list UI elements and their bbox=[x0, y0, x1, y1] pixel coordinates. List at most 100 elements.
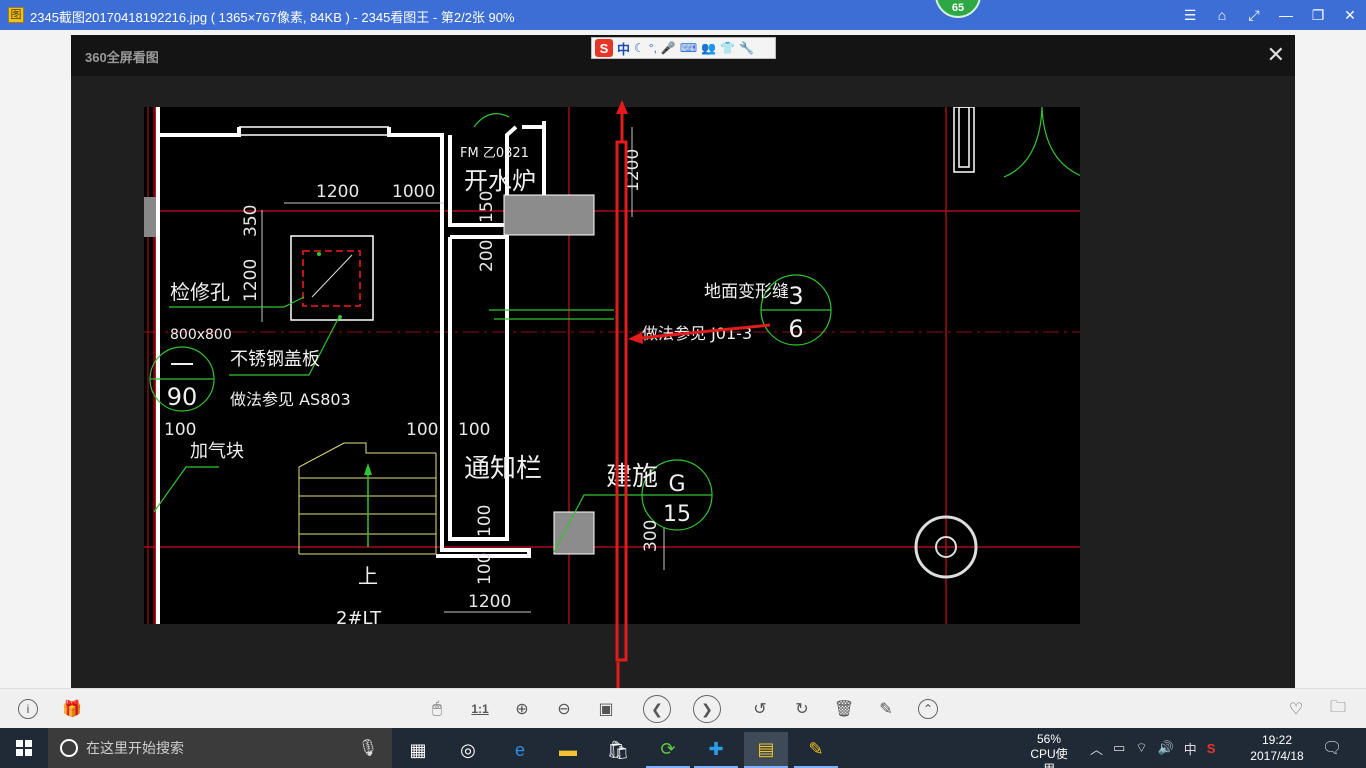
search-placeholder: 在这里开始搜索 bbox=[86, 740, 184, 756]
ime-mode[interactable]: 中 bbox=[617, 39, 630, 58]
volume-icon[interactable]: 🔊 bbox=[1158, 740, 1174, 756]
shirt-icon[interactable]: 👕 bbox=[720, 41, 735, 55]
block-label: 加气块 bbox=[190, 441, 244, 462]
info-icon[interactable]: i bbox=[18, 699, 38, 719]
2345-viewer-icon[interactable]: ▤ bbox=[744, 732, 788, 768]
dim-text: 100 bbox=[458, 420, 490, 440]
cover-ref-label: 做法参见 AS803 bbox=[230, 390, 351, 409]
restore-button[interactable]: ❐ bbox=[1302, 0, 1334, 30]
hatch-box bbox=[302, 250, 361, 307]
cpu-usage[interactable]: 56% CPU使用 bbox=[1026, 732, 1072, 768]
keyboard-icon[interactable]: ⌨ bbox=[680, 41, 697, 55]
windows-icon bbox=[16, 740, 32, 756]
clock[interactable]: 19:22 2017/4/18 bbox=[1242, 732, 1312, 764]
hatch-label: 检修孔 bbox=[170, 280, 230, 304]
wifi-icon[interactable]: ⌔ bbox=[1135, 740, 1147, 756]
zoom-out-icon[interactable]: ⊖ bbox=[552, 697, 576, 721]
dim-text: 1000 bbox=[392, 182, 435, 202]
dim-text: 1200 bbox=[241, 259, 261, 302]
delete-icon[interactable]: 🗑 bbox=[832, 697, 856, 721]
taskbar: 在这里开始搜索 🎙 ▦ ◎ e ▬ 🛍 ⟳ ✚ ▤ ✎ 56% CPU使用 ︿ … bbox=[0, 728, 1366, 768]
wrench-icon[interactable]: 🔧 bbox=[739, 41, 754, 55]
360-safe-icon[interactable]: ⟳ bbox=[646, 732, 690, 768]
task-view-icon[interactable]: ▦ bbox=[396, 732, 440, 768]
store-icon[interactable]: 🛍 bbox=[596, 732, 640, 768]
notes-app-icon[interactable]: ✎ bbox=[794, 732, 838, 768]
size-label: 800x800 bbox=[170, 327, 232, 343]
clock-date: 2017/4/18 bbox=[1250, 749, 1304, 763]
callout-top: G bbox=[668, 472, 685, 497]
punctuation-icon[interactable]: °, bbox=[649, 41, 657, 55]
viewer-toolbar: i 🎁 🖱 1:1 ⊕ ⊖ ▣ ❮ ❯ ↺ ↻ 🗑 ✎ ⌃ ♡ 🗀 bbox=[0, 688, 1366, 728]
previous-icon[interactable]: ❮ bbox=[643, 695, 671, 723]
cortana-icon bbox=[60, 739, 78, 757]
slideshow-icon[interactable]: ▣ bbox=[594, 697, 618, 721]
notice-label: 通知栏 bbox=[464, 454, 542, 484]
jianshi-label: 建施 bbox=[606, 462, 658, 492]
column bbox=[553, 511, 595, 555]
ime-toolbar[interactable]: S 中 ☾ °, 🎤 ⌨ 👥 👕 🔧 bbox=[591, 37, 776, 59]
gift-icon[interactable]: 🎁 bbox=[60, 697, 84, 721]
cover-label: 不锈钢盖板 bbox=[230, 349, 320, 370]
sogou-tray-icon[interactable]: S bbox=[1207, 741, 1216, 756]
joint-label: 地面变形缝 bbox=[704, 282, 789, 302]
title-bar: 图 2345截图20170418192216.jpg ( 1365×767像素,… bbox=[0, 0, 1366, 30]
dim-text: 100 bbox=[164, 420, 196, 440]
callout-bottom: 90 bbox=[167, 383, 198, 411]
dim-text: 1200 bbox=[316, 182, 359, 202]
window-controls: ☰ ⌂ ⤢ — ❐ ✕ bbox=[1174, 0, 1366, 30]
cad-drawing-image: 1200 1000 350 1200 150 200 1200 100 100 … bbox=[144, 107, 1080, 624]
rotate-left-icon[interactable]: ↺ bbox=[748, 697, 772, 721]
joint-ref-label: 做法参见 J01-3 bbox=[642, 324, 752, 343]
callout-bottom: 15 bbox=[663, 502, 691, 527]
edge-icon[interactable]: e bbox=[498, 732, 542, 768]
callout-top: 一 bbox=[170, 351, 194, 379]
callout-bottom: 6 bbox=[788, 315, 803, 343]
speed-badge[interactable]: 65 bbox=[935, 0, 981, 18]
360-browser-icon[interactable]: ◎ bbox=[446, 732, 490, 768]
folder-icon[interactable]: 🗀 bbox=[1326, 697, 1350, 721]
callout-top: 3 bbox=[788, 282, 803, 310]
skin-icon[interactable]: ⌂ bbox=[1206, 0, 1238, 30]
microphone-icon[interactable]: 🎤 bbox=[661, 41, 676, 55]
fullscreen-icon[interactable]: ⤢ bbox=[1238, 0, 1270, 30]
favorite-icon[interactable]: ♡ bbox=[1284, 697, 1308, 721]
viewer-brand: 360全屏看图 bbox=[85, 50, 159, 65]
microphone-icon[interactable]: 🎙 bbox=[358, 738, 378, 758]
file-explorer-icon[interactable]: ▬ bbox=[546, 732, 590, 768]
moon-icon[interactable]: ☾ bbox=[634, 41, 645, 55]
dim-text: 300 bbox=[641, 520, 661, 552]
dim-text: 100 bbox=[475, 505, 495, 537]
pinned-app-icon[interactable]: ✚ bbox=[694, 732, 738, 768]
taskbar-search[interactable]: 在这里开始搜索 🎙 bbox=[48, 728, 392, 768]
notification-icon[interactable]: 🗨 bbox=[1322, 738, 1342, 758]
next-icon[interactable]: ❯ bbox=[693, 695, 721, 723]
dim-text: 1200 bbox=[623, 149, 643, 192]
chevron-up-icon[interactable]: ︿ bbox=[1090, 739, 1103, 758]
door-label: FM 乙0821 bbox=[460, 146, 529, 161]
stair-up-label: 上 bbox=[358, 564, 378, 588]
actual-size-button[interactable]: 1:1 bbox=[468, 697, 492, 721]
room-label: 开水炉 bbox=[464, 167, 536, 195]
system-tray: ︿ ▭ ⌔ 🔊 中 S bbox=[1090, 728, 1215, 768]
ime-indicator[interactable]: 中 bbox=[1184, 739, 1197, 758]
dim-text: 200 bbox=[477, 240, 497, 272]
battery-icon[interactable]: ▭ bbox=[1113, 740, 1125, 756]
zoom-in-icon[interactable]: ⊕ bbox=[510, 697, 534, 721]
mouse-icon[interactable]: 🖱 bbox=[425, 697, 449, 721]
start-button[interactable] bbox=[0, 728, 48, 768]
user-icon[interactable]: 👥 bbox=[701, 41, 716, 55]
more-icon[interactable]: ⌃ bbox=[918, 699, 938, 719]
dim-text: 1200 bbox=[468, 592, 511, 612]
close-button[interactable]: ✕ bbox=[1334, 0, 1366, 30]
menu-icon[interactable]: ☰ bbox=[1174, 0, 1206, 30]
dim-text: 350 bbox=[241, 205, 261, 237]
window-title: 2345截图20170418192216.jpg ( 1365×767像素, 8… bbox=[30, 10, 515, 25]
rotate-right-icon[interactable]: ↻ bbox=[790, 697, 814, 721]
app-icon: 图 bbox=[8, 7, 24, 23]
edit-icon[interactable]: ✎ bbox=[874, 697, 898, 721]
dim-text: 100 bbox=[475, 553, 495, 585]
viewer-close-icon[interactable]: ✕ bbox=[1267, 44, 1285, 66]
dim-text: 150 bbox=[477, 191, 497, 223]
minimize-button[interactable]: — bbox=[1270, 0, 1302, 30]
